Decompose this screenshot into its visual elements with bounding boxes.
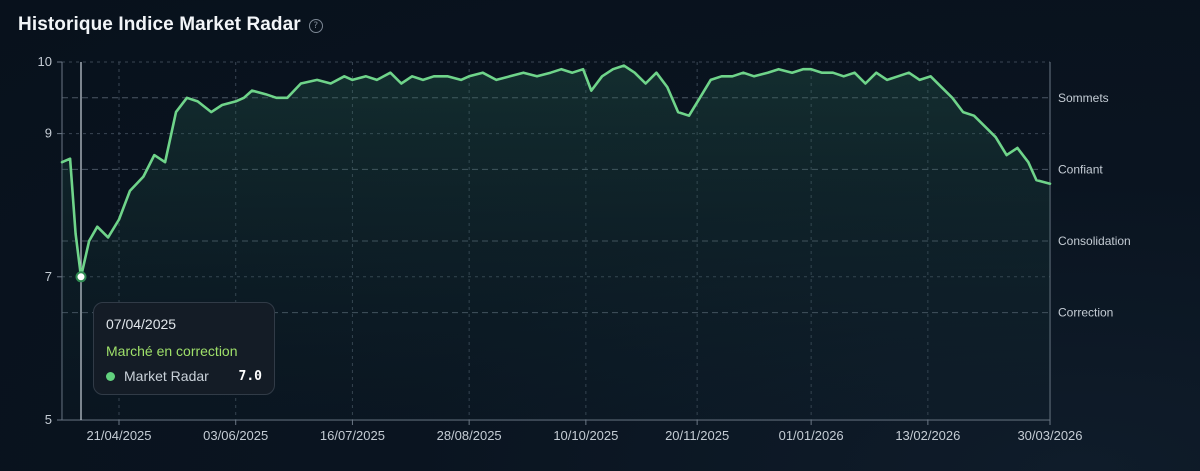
x-tick-label: 21/04/2025: [86, 428, 151, 443]
y-tick-label: 5: [45, 412, 52, 427]
y-tick-label: 9: [45, 126, 52, 141]
x-tick-label: 20/11/2025: [665, 428, 729, 443]
x-tick-label: 01/01/2026: [779, 428, 844, 443]
x-tick-label: 28/08/2025: [437, 428, 502, 443]
series-color-dot: [106, 371, 115, 381]
y-tick-label: 10: [38, 54, 52, 69]
x-tick-label: 16/07/2025: [320, 428, 385, 443]
zone-label: Consolidation: [1058, 234, 1131, 248]
zone-label: Sommets: [1058, 91, 1109, 105]
line-chart[interactable]: Sommets Confiant Consolidation Correction 2…: [0, 0, 1200, 471]
y-tick-label: 7: [45, 269, 52, 284]
tooltip-date: 07/04/2025: [106, 316, 177, 332]
tooltip: 07/04/2025 Marché en correction Market R…: [93, 302, 275, 395]
x-tick-label: 30/03/2026: [1017, 428, 1082, 443]
tooltip-value: 7.0: [238, 368, 262, 384]
x-tick-label: 10/10/2025: [553, 428, 618, 443]
x-tick-label: 13/02/2026: [895, 428, 960, 443]
highlight-point[interactable]: [75, 271, 87, 283]
zone-label: Correction: [1058, 306, 1113, 320]
zone-label: Confiant: [1058, 162, 1103, 176]
x-tick-label: 03/06/2025: [203, 428, 268, 443]
tooltip-status: Marché en correction: [106, 343, 238, 359]
tooltip-series-row: Market Radar 7.0: [106, 368, 262, 384]
tooltip-series-label: Market Radar: [124, 368, 209, 384]
